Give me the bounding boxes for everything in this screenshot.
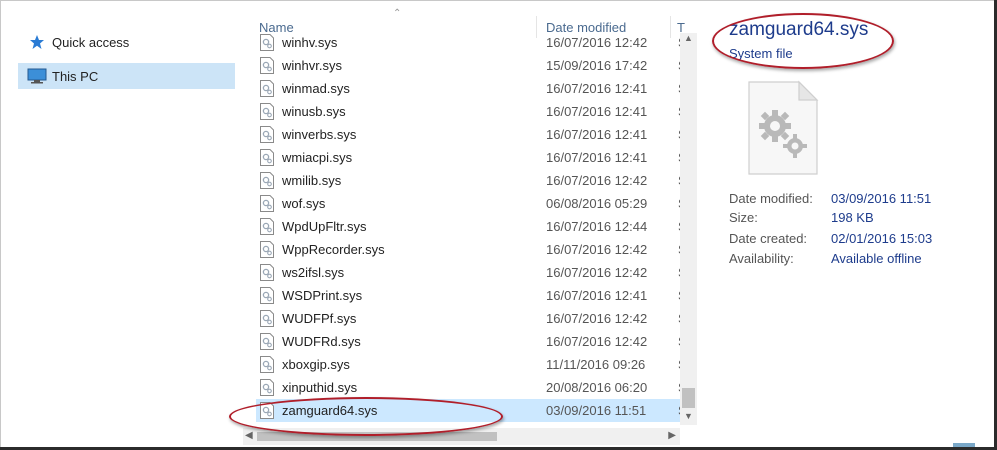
file-row[interactable]: zamguard64.sys03/09/2016 11:51S	[256, 399, 681, 422]
file-name: winmad.sys	[282, 81, 350, 96]
star-icon	[26, 34, 48, 50]
file-row[interactable]: wof.sys06/08/2016 05:29S	[256, 192, 681, 215]
system-file-icon	[260, 310, 274, 327]
file-row[interactable]: winhv.sys16/07/2016 12:42S	[256, 33, 681, 54]
file-name: winhvr.sys	[282, 58, 342, 73]
system-file-icon	[260, 195, 274, 212]
file-name: ws2ifsl.sys	[282, 265, 345, 280]
file-name: xboxgip.sys	[282, 357, 350, 372]
nav-item-this-pc[interactable]: This PC	[18, 63, 235, 89]
file-date-modified: 16/07/2016 12:42	[546, 173, 648, 188]
nav-item-label: This PC	[52, 68, 99, 84]
system-file-icon	[260, 287, 274, 304]
file-name: WUDFPf.sys	[282, 311, 357, 326]
file-row[interactable]: winverbs.sys16/07/2016 12:41S	[256, 123, 681, 146]
system-file-icon	[260, 80, 274, 97]
details-file-name: zamguard64.sys	[729, 19, 869, 40]
file-date-modified: 16/07/2016 12:42	[546, 311, 648, 326]
file-name: WpdUpFltr.sys	[282, 219, 367, 234]
system-file-icon	[260, 218, 274, 235]
file-date-modified: 16/07/2016 12:41	[546, 104, 648, 119]
file-row[interactable]: xinputhid.sys20/08/2016 06:20S	[256, 376, 681, 399]
scroll-right-arrow-icon[interactable]: ▶	[668, 430, 676, 441]
computer-icon	[26, 68, 48, 84]
file-date-modified: 16/07/2016 12:42	[546, 35, 648, 50]
file-date-modified: 15/09/2016 17:42	[546, 58, 648, 73]
system-file-icon	[260, 402, 274, 419]
system-file-icon	[260, 57, 274, 74]
details-pane: zamguard64.sys System file Date modified…	[729, 19, 933, 266]
nav-item-quick-access[interactable]: Quick access	[18, 29, 235, 55]
file-date-modified: 16/07/2016 12:42	[546, 334, 648, 349]
file-row[interactable]: WSDPrint.sys16/07/2016 12:41S	[256, 284, 681, 307]
horizontal-scrollbar[interactable]: ◀ ▶	[243, 428, 680, 445]
file-date-modified: 16/07/2016 12:41	[546, 81, 648, 96]
scrollbar-thumb[interactable]	[257, 432, 497, 441]
file-row[interactable]: WUDFRd.sys16/07/2016 12:42S	[256, 330, 681, 353]
file-date-modified: 16/07/2016 12:42	[546, 265, 648, 280]
file-list: ⌃ Name Date modified T winhv.sys 16/07/20…	[243, 0, 699, 450]
file-date-modified: 16/07/2016 12:41	[546, 127, 648, 142]
system-file-icon	[260, 149, 274, 166]
system-file-icon	[260, 126, 274, 143]
system-file-icon	[260, 356, 274, 373]
file-row[interactable]: ws2ifsl.sys16/07/2016 12:42S	[256, 261, 681, 284]
file-name: wof.sys	[282, 196, 326, 211]
system-file-icon	[260, 379, 274, 396]
corner-tab	[953, 443, 975, 450]
file-name: wmilib.sys	[282, 173, 342, 188]
file-row[interactable]: wmilib.sys16/07/2016 12:42S	[256, 169, 681, 192]
file-row[interactable]: xboxgip.sys11/11/2016 09:26S	[256, 353, 681, 376]
system-file-icon	[260, 241, 274, 258]
scroll-left-arrow-icon[interactable]: ◀	[245, 430, 253, 441]
system-file-icon	[260, 264, 274, 281]
sort-ascending-icon: ⌃	[393, 8, 402, 19]
system-file-icon	[260, 172, 274, 189]
file-date-modified: 11/11/2016 09:26	[546, 357, 646, 372]
file-name: winusb.sys	[282, 104, 346, 119]
system-file-icon	[260, 34, 274, 51]
navigation-pane: Quick access This PC	[0, 0, 240, 450]
scroll-up-arrow-icon[interactable]: ▲	[684, 33, 693, 43]
file-row[interactable]: wmiacpi.sys16/07/2016 12:41S	[256, 146, 681, 169]
file-name: winhv.sys	[282, 35, 338, 50]
vertical-scrollbar[interactable]: ▲ ▼	[680, 33, 697, 425]
system-file-icon	[260, 333, 274, 350]
file-row[interactable]: WUDFPf.sys16/07/2016 12:42S	[256, 307, 681, 330]
file-row[interactable]: winmad.sys16/07/2016 12:41S	[256, 77, 681, 100]
file-date-modified: 16/07/2016 12:41	[546, 150, 648, 165]
file-row[interactable]: winusb.sys16/07/2016 12:41S	[256, 100, 681, 123]
nav-item-label: Quick access	[52, 34, 130, 50]
file-date-modified: 16/07/2016 12:42	[546, 242, 648, 257]
file-name: xinputhid.sys	[282, 380, 358, 395]
scrollbar-thumb[interactable]	[682, 388, 695, 408]
details-file-type: System file	[729, 46, 793, 61]
file-name: zamguard64.sys	[282, 403, 378, 418]
file-name: WUDFRd.sys	[282, 334, 361, 349]
system-file-icon	[260, 103, 274, 120]
file-row[interactable]: winhvr.sys15/09/2016 17:42S	[256, 54, 681, 77]
file-date-modified: 20/08/2016 06:20	[546, 380, 648, 395]
scroll-down-arrow-icon[interactable]: ▼	[684, 411, 693, 421]
file-name: WSDPrint.sys	[282, 288, 363, 303]
file-name: WppRecorder.sys	[282, 242, 385, 257]
system-file-icon	[747, 80, 819, 176]
file-date-modified: 03/09/2016 11:51	[546, 403, 647, 418]
file-date-modified: 06/08/2016 05:29	[546, 196, 648, 211]
file-name: winverbs.sys	[282, 127, 357, 142]
file-date-modified: 16/07/2016 12:44	[546, 219, 648, 234]
file-rows: winhv.sys16/07/2016 12:42Swinhvr.sys15/0…	[256, 33, 681, 431]
file-row[interactable]: WpdUpFltr.sys16/07/2016 12:44S	[256, 215, 681, 238]
file-name: wmiacpi.sys	[282, 150, 353, 165]
file-date-modified: 16/07/2016 12:41	[546, 288, 648, 303]
file-row[interactable]: WppRecorder.sys16/07/2016 12:42S	[256, 238, 681, 261]
